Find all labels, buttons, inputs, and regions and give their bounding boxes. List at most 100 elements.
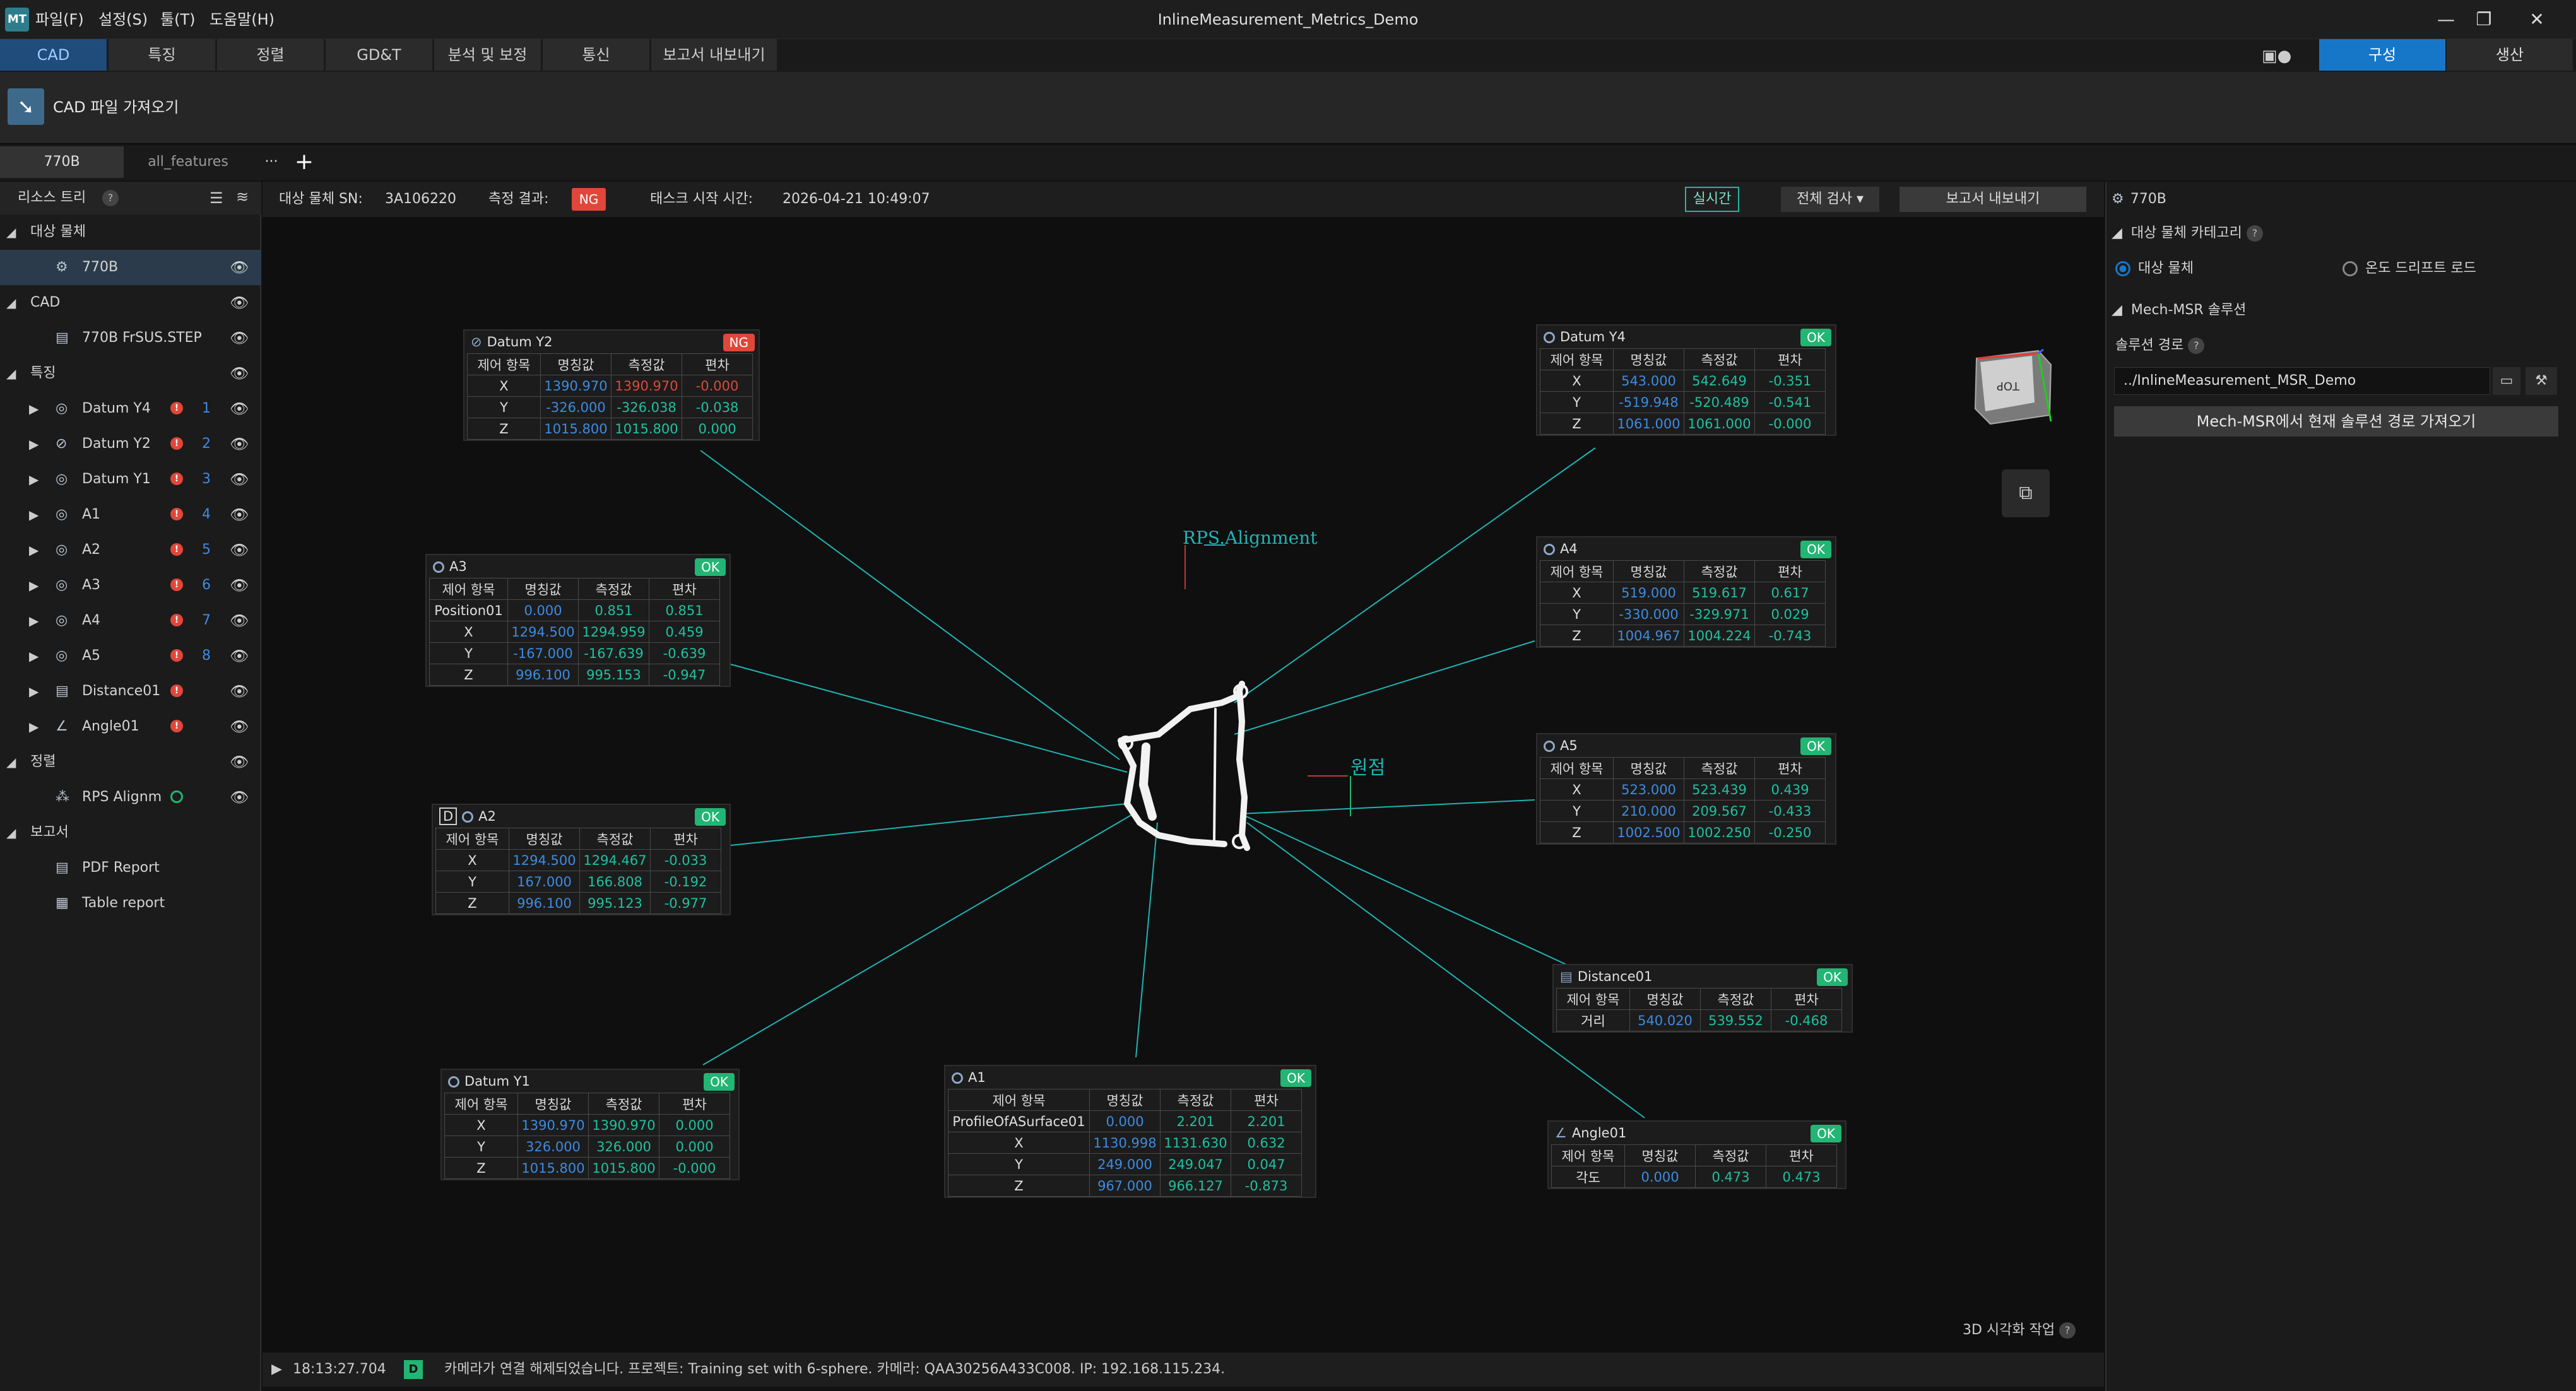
tree-item-a1[interactable]: ▶ ◎ A1! 4 👁: [0, 497, 261, 532]
project-tab-all-features[interactable]: all_features: [125, 146, 251, 178]
tree-item-datum-y2[interactable]: ▶ ⊘ Datum Y2! 2 👁: [0, 426, 261, 462]
tab-report-export[interactable]: 보고서 내보내기: [651, 39, 777, 71]
chevron-down-icon[interactable]: ◢: [6, 744, 16, 780]
tree-item-770b[interactable]: ⚙ 770B 👁: [0, 250, 261, 285]
chevron-right-icon[interactable]: ▶: [29, 462, 38, 497]
help-icon[interactable]: ?: [2188, 337, 2205, 354]
fetch-solution-path-button[interactable]: Mech-MSR에서 현재 솔루션 경로 가져오기: [2114, 406, 2558, 437]
eye-icon[interactable]: 👁: [230, 497, 249, 532]
tree-section-alignment[interactable]: ◢ 정렬 👁: [0, 744, 261, 780]
tab-cad[interactable]: CAD: [0, 39, 107, 71]
realtime-button[interactable]: 실시간: [1685, 187, 1739, 212]
project-tab-770b[interactable]: 770B: [0, 146, 124, 178]
chevron-down-icon[interactable]: ◢: [6, 285, 16, 320]
chevron-right-icon[interactable]: ▶: [29, 426, 38, 462]
chevron-right-icon[interactable]: ▶: [29, 532, 38, 568]
card-datum-y4[interactable]: Datum Y4 OK 제어 항목 명칭값 측정값 편차 X 543.000 542.649…: [1536, 324, 1836, 436]
tree-item-a4[interactable]: ▶ ◎ A4! 7 👁: [0, 603, 261, 638]
eye-icon[interactable]: 👁: [230, 462, 249, 497]
eye-icon[interactable]: 👁: [230, 780, 249, 815]
card-a2[interactable]: D A2 OK 제어 항목 명칭값 측정값 편차 X 1294.500 1294.467 -0.…: [432, 804, 731, 915]
help-icon[interactable]: ?: [2059, 1322, 2076, 1339]
card-angle01[interactable]: ∠ Angle01 OK 제어 항목 명칭값 측정값 편차 각도 0.000 0.473 0.4…: [1547, 1120, 1846, 1189]
tree-item-a5[interactable]: ▶ ◎ A5! 8 👁: [0, 638, 261, 674]
add-tab-button[interactable]: +: [292, 146, 317, 178]
minimize-button[interactable]: —: [2427, 5, 2465, 34]
settings-tool-icon[interactable]: ⚒: [2526, 367, 2557, 395]
tree-item-table-report[interactable]: ▦ Table report: [0, 886, 261, 921]
full-check-dropdown[interactable]: 전체 검사 ▾: [1781, 187, 1879, 212]
eye-icon[interactable]: 👁: [230, 356, 249, 391]
expand-log-icon[interactable]: ▶: [271, 1361, 282, 1377]
tree-item-cad-file[interactable]: ▤ 770B FrSUS.STEP 👁: [0, 320, 261, 356]
tree-section-report[interactable]: ◢ 보고서: [0, 815, 261, 850]
eye-icon[interactable]: 👁: [230, 426, 249, 462]
card-a4[interactable]: A4 OK 제어 항목 명칭값 측정값 편차 X 519.000 519.617 0.617 …: [1536, 536, 1836, 648]
tree-section-features[interactable]: ◢ 특징 👁: [0, 356, 261, 391]
chevron-down-icon[interactable]: ◢: [6, 815, 16, 850]
card-distance01[interactable]: ▤ Distance01 OK 제어 항목 명칭값 측정값 편차 거리 540.020 539…: [1552, 964, 1853, 1033]
chevron-right-icon[interactable]: ▶: [29, 391, 38, 426]
tab-alignment[interactable]: 정렬: [217, 39, 324, 71]
tree-item-a2[interactable]: ▶ ◎ A2! 5 👁: [0, 532, 261, 568]
folder-icon[interactable]: ▭: [2493, 367, 2520, 395]
msr-section[interactable]: ◢ Mech-MSR 솔루션: [2112, 298, 2246, 323]
chevron-down-icon[interactable]: ◢: [6, 356, 16, 391]
card-a1[interactable]: A1 OK 제어 항목 명칭값 측정값 편차 ProfileOfASurface01 0.…: [944, 1065, 1316, 1198]
eye-icon[interactable]: 👁: [230, 391, 249, 426]
production-mode-button[interactable]: 생산: [2447, 39, 2573, 71]
category-section[interactable]: ◢ 대상 물체 카테고리 ?: [2112, 221, 2263, 246]
tree-item-angle01[interactable]: ▶ ∠ Angle01! 👁: [0, 709, 261, 744]
export-report-button[interactable]: 보고서 내보내기: [1900, 187, 2086, 212]
chevron-right-icon[interactable]: ▶: [29, 709, 38, 744]
tree-section-target[interactable]: ◢ 대상 물체: [0, 214, 261, 250]
help-icon[interactable]: ?: [102, 190, 119, 206]
eye-icon[interactable]: 👁: [230, 285, 249, 320]
help-icon[interactable]: ?: [2246, 225, 2263, 242]
screenshot-icon[interactable]: ⧉: [2002, 469, 2050, 517]
restore-button[interactable]: ❐: [2465, 5, 2503, 34]
eye-icon[interactable]: 👁: [230, 603, 249, 638]
chevron-right-icon[interactable]: ▶: [29, 497, 38, 532]
radio-temp-drift[interactable]: 온도 드리프트 로드: [2343, 256, 2476, 281]
tab-analysis[interactable]: 분석 및 보정: [434, 39, 541, 71]
tab-communication[interactable]: 통신: [543, 39, 650, 71]
tree-item-pdf-report[interactable]: ▤ PDF Report: [0, 850, 261, 886]
tree-item-distance01[interactable]: ▶ ▤ Distance01! 👁: [0, 674, 261, 709]
card-datum-y1[interactable]: Datum Y1 OK 제어 항목 명칭값 측정값 편차 X 1390.970 1390.9…: [440, 1069, 740, 1180]
tree-item-datum-y4[interactable]: ▶ ◎ Datum Y4! 1 👁: [0, 391, 261, 426]
card-a3[interactable]: A3 OK 제어 항목 명칭값 측정값 편차 Position01 0.000 0.851 0…: [425, 554, 731, 687]
chevron-right-icon[interactable]: ▶: [29, 638, 38, 674]
radio-target-object[interactable]: 대상 물체: [2115, 256, 2194, 281]
cad-import-label[interactable]: CAD 파일 가져오기: [53, 95, 179, 117]
configure-mode-button[interactable]: 구성: [2319, 39, 2445, 71]
camera-icon[interactable]: ▣●: [2262, 47, 2291, 66]
tree-item-rps-alignment[interactable]: ⁂ RPS Alignm 👁: [0, 780, 261, 815]
close-button[interactable]: ✕: [2518, 5, 2556, 34]
tree-item-datum-y1[interactable]: ▶ ◎ Datum Y1! 3 👁: [0, 462, 261, 497]
eye-icon[interactable]: 👁: [230, 744, 249, 780]
chevron-down-icon[interactable]: ◢: [6, 214, 16, 250]
tree-item-a3[interactable]: ▶ ◎ A3! 6 👁: [0, 568, 261, 603]
more-tabs-button[interactable]: ···: [259, 146, 284, 178]
eye-icon[interactable]: 👁: [230, 250, 249, 285]
chevron-right-icon[interactable]: ▶: [29, 674, 38, 709]
eye-icon[interactable]: 👁: [230, 674, 249, 709]
card-a5[interactable]: A5 OK 제어 항목 명칭값 측정값 편차 X 523.000 523.439 0.439 …: [1536, 733, 1836, 845]
tree-section-cad[interactable]: ◢ CAD 👁: [0, 285, 261, 320]
chevron-right-icon[interactable]: ▶: [29, 568, 38, 603]
chevron-right-icon[interactable]: ▶: [29, 603, 38, 638]
eye-icon[interactable]: 👁: [230, 709, 249, 744]
card-datum-y2[interactable]: ⊘ Datum Y2 NG 제어 항목 명칭값 측정값 편차 X 1390.970 1390.…: [463, 329, 760, 441]
eye-icon[interactable]: 👁: [230, 320, 249, 356]
tab-gdt[interactable]: GD&T: [326, 39, 433, 71]
tab-features[interactable]: 특징: [109, 39, 216, 71]
layers-icon[interactable]: ≋: [236, 188, 249, 206]
viz-task[interactable]: 3D 시각화 작업 ?: [1963, 1318, 2076, 1339]
solution-path-input[interactable]: ../InlineMeasurement_MSR_Demo: [2114, 367, 2490, 395]
view-cube[interactable]: TOP: [1969, 346, 2057, 428]
collapse-icon[interactable]: ☰: [210, 189, 223, 207]
eye-icon[interactable]: 👁: [230, 532, 249, 568]
eye-icon[interactable]: 👁: [230, 638, 249, 674]
cad-import-icon[interactable]: ➘: [8, 88, 44, 125]
